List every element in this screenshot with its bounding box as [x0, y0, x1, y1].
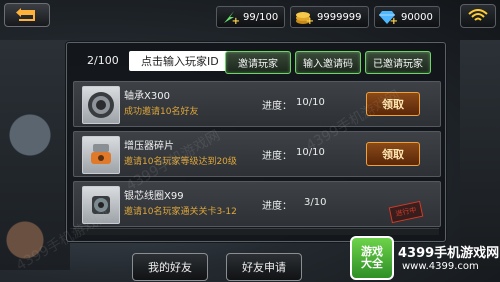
diamond-value: 90000: [401, 11, 433, 23]
logo-url: www.4399.com: [402, 261, 479, 272]
status-label: 进行中: [394, 205, 418, 219]
gold-value: 9999999: [317, 11, 362, 23]
claim-label: 领取: [382, 148, 404, 161]
list-scroll-track[interactable]: [73, 228, 439, 235]
page-counter: 2/100: [87, 54, 119, 67]
return-arrow-icon: [16, 8, 35, 21]
reward-item-bearing: 轴承X300 成功邀请10名好友 进度： 10/10 领取: [73, 81, 441, 127]
network-status: [460, 4, 496, 28]
invited-players-button[interactable]: 已邀请玩家: [365, 51, 431, 74]
site-logo: 游戏 大全 4399手机游戏网 www.4399.com: [350, 236, 500, 282]
claim-label: 领取: [382, 98, 404, 111]
energy-icon: +: [217, 7, 241, 27]
claim-button[interactable]: 领取: [366, 142, 420, 166]
progress-value: 3/10: [304, 197, 327, 208]
invite-rewards-panel: 2/100 点击输入玩家ID 邀请玩家 输入邀请码 已邀请玩家 轴承X300 成…: [66, 42, 446, 242]
friend-requests-label: 好友申请: [242, 261, 286, 274]
diamond-icon: +: [375, 7, 399, 27]
invite-players-button[interactable]: 邀请玩家: [225, 51, 291, 74]
wifi-signal-icon: [468, 9, 488, 21]
friend-requests-button[interactable]: 好友申请: [226, 253, 302, 281]
enter-invite-code-button[interactable]: 输入邀请码: [295, 51, 361, 74]
logo-name: 4399手机游戏网: [398, 246, 500, 261]
reward-description: 成功邀请10名好友: [124, 107, 199, 117]
energy-counter[interactable]: + 99/100: [216, 6, 286, 28]
reward-name: 增压器碎片: [124, 141, 174, 152]
invite-players-label: 邀请玩家: [238, 59, 278, 70]
progress-value: 10/10: [296, 97, 325, 108]
reward-name: 轴承X300: [124, 91, 170, 102]
invited-players-label: 已邀请玩家: [373, 59, 423, 70]
claim-button[interactable]: 领取: [366, 92, 420, 116]
wire-coil-icon: [82, 186, 120, 224]
reward-item-turbo-fragment: 增压器碎片 邀请10名玩家等级达到20级 进度： 10/10 领取: [73, 131, 441, 177]
in-progress-stamp: 进行中: [388, 200, 424, 224]
reward-description: 邀请10名玩家通关关卡3-12: [124, 207, 237, 217]
logo-badge-bottom: 大全: [361, 257, 383, 270]
background-scene-left: [0, 40, 70, 270]
progress-value: 10/10: [296, 147, 325, 158]
energy-value: 99/100: [243, 11, 279, 23]
turbo-fragment-icon: [82, 136, 120, 174]
bearing-icon: [82, 86, 120, 124]
panel-header: 2/100 点击输入玩家ID 邀请玩家 输入邀请码 已邀请玩家: [67, 43, 445, 79]
my-friends-button[interactable]: 我的好友: [132, 253, 208, 281]
top-bar: + 99/100 + 9999999 + 90000: [0, 0, 500, 32]
logo-badge: 游戏 大全: [350, 236, 394, 280]
progress-label: 进度：: [262, 201, 292, 212]
gold-coins-icon: +: [291, 7, 315, 27]
progress-label: 进度：: [262, 151, 292, 162]
reward-name: 银芯线圈X99: [124, 191, 184, 202]
reward-item-wire-coil: 银芯线圈X99 邀请10名玩家通关关卡3-12 进度： 3/10 进行中: [73, 181, 441, 227]
gold-counter[interactable]: + 9999999: [290, 6, 369, 28]
progress-label: 进度：: [262, 101, 292, 112]
diamond-counter[interactable]: + 90000: [374, 6, 440, 28]
my-friends-label: 我的好友: [148, 261, 192, 274]
back-button[interactable]: [4, 3, 50, 27]
reward-description: 邀请10名玩家等级达到20级: [124, 157, 237, 167]
enter-invite-code-label: 输入邀请码: [303, 59, 353, 70]
player-id-placeholder: 点击输入玩家ID: [141, 55, 219, 68]
